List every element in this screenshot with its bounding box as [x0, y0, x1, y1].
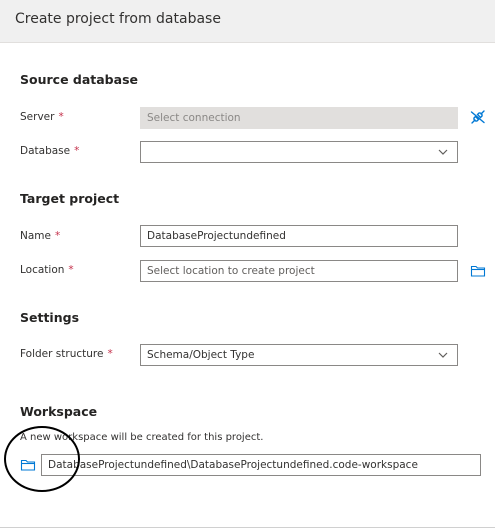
server-select[interactable]: Select connection: [140, 107, 458, 129]
database-select[interactable]: [140, 141, 458, 163]
target-project-heading: Target project: [20, 191, 120, 206]
source-database-heading: Source database: [20, 72, 138, 87]
required-marker: *: [54, 230, 61, 242]
folder-structure-value: Schema/Object Type: [147, 349, 255, 361]
folder-structure-select[interactable]: Schema/Object Type: [140, 344, 458, 366]
required-marker: *: [74, 145, 80, 157]
plug-connect-icon[interactable]: [470, 109, 486, 125]
workspace-path-input[interactable]: DatabaseProjectundefined\DatabaseProject…: [41, 454, 481, 476]
dialog-title: Create project from database: [15, 11, 221, 27]
server-label: Server *: [20, 111, 64, 123]
footer-divider: [0, 527, 495, 528]
folder-icon[interactable]: [470, 263, 486, 279]
required-marker: *: [107, 348, 113, 360]
server-select-placeholder: Select connection: [147, 112, 241, 124]
chevron-down-icon: [438, 149, 448, 155]
location-label: Location *: [20, 264, 74, 276]
required-marker: *: [68, 264, 74, 276]
name-label: Name *: [20, 230, 61, 242]
required-marker: *: [58, 111, 64, 123]
project-name-value: DatabaseProjectundefined: [147, 230, 286, 242]
folder-structure-label: Folder structure *: [20, 348, 113, 360]
chevron-down-icon: [438, 352, 448, 358]
annotation-circle: [4, 426, 80, 492]
settings-heading: Settings: [20, 310, 80, 325]
workspace-heading: Workspace: [20, 404, 98, 419]
project-name-input[interactable]: DatabaseProjectundefined: [140, 225, 458, 247]
location-input[interactable]: Select location to create project: [140, 260, 458, 282]
location-placeholder: Select location to create project: [147, 265, 315, 277]
database-label: Database *: [20, 145, 80, 157]
dialog-header: Create project from database: [0, 0, 495, 43]
workspace-path-value: DatabaseProjectundefined\DatabaseProject…: [48, 459, 418, 471]
